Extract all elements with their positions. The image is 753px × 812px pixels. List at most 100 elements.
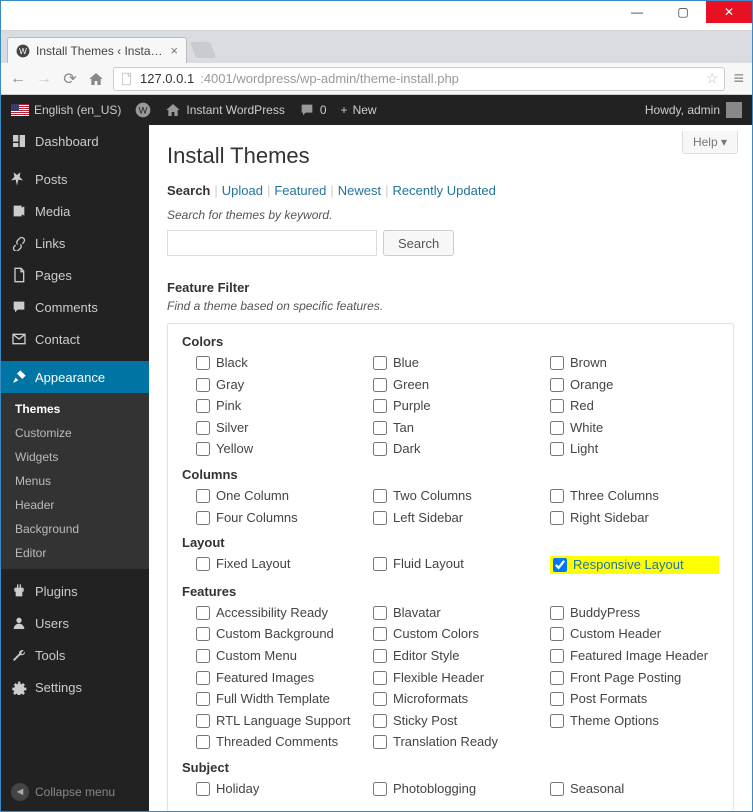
sidebar-item-comments[interactable]: Comments bbox=[1, 291, 149, 323]
filter-checkbox-three-columns[interactable] bbox=[550, 489, 564, 503]
filter-tab-newest[interactable]: Newest bbox=[338, 183, 381, 198]
search-button[interactable]: Search bbox=[383, 230, 454, 256]
filter-checkbox-translation-ready[interactable] bbox=[373, 735, 387, 749]
filter-option-featured-image-header[interactable]: Featured Image Header bbox=[550, 648, 719, 664]
sidebar-item-dashboard[interactable]: Dashboard bbox=[1, 125, 149, 157]
filter-option-white[interactable]: White bbox=[550, 420, 719, 436]
filter-checkbox-holiday[interactable] bbox=[196, 782, 210, 796]
window-minimize-button[interactable]: — bbox=[614, 1, 660, 23]
filter-checkbox-featured-images[interactable] bbox=[196, 671, 210, 685]
filter-option-four-columns[interactable]: Four Columns bbox=[196, 510, 365, 526]
filter-option-yellow[interactable]: Yellow bbox=[196, 441, 365, 457]
browser-menu-button[interactable]: ≡ bbox=[733, 68, 744, 89]
window-maximize-button[interactable]: ▢ bbox=[660, 1, 706, 23]
filter-checkbox-fixed-layout[interactable] bbox=[196, 557, 210, 571]
nav-home-button[interactable] bbox=[87, 70, 105, 88]
nav-back-button[interactable]: ← bbox=[9, 70, 27, 88]
adminbar-howdy[interactable]: Howdy, admin bbox=[645, 103, 720, 117]
sidebar-subitem-header[interactable]: Header bbox=[1, 493, 149, 517]
avatar[interactable] bbox=[726, 102, 742, 118]
filter-tab-upload[interactable]: Upload bbox=[222, 183, 263, 198]
nav-forward-button[interactable]: → bbox=[35, 70, 53, 88]
filter-checkbox-sticky-post[interactable] bbox=[373, 714, 387, 728]
filter-tab-recently updated[interactable]: Recently Updated bbox=[393, 183, 496, 198]
filter-checkbox-photoblogging[interactable] bbox=[373, 782, 387, 796]
bookmark-star-icon[interactable]: ☆ bbox=[706, 70, 719, 87]
filter-checkbox-gray[interactable] bbox=[196, 378, 210, 392]
sidebar-subitem-editor[interactable]: Editor bbox=[1, 541, 149, 565]
filter-checkbox-custom-header[interactable] bbox=[550, 627, 564, 641]
sidebar-item-users[interactable]: Users bbox=[1, 607, 149, 639]
filter-checkbox-brown[interactable] bbox=[550, 356, 564, 370]
filter-checkbox-front-page-posting[interactable] bbox=[550, 671, 564, 685]
filter-option-accessibility-ready[interactable]: Accessibility Ready bbox=[196, 605, 365, 621]
filter-checkbox-responsive-layout[interactable] bbox=[553, 558, 567, 572]
filter-checkbox-blue[interactable] bbox=[373, 356, 387, 370]
sidebar-item-appearance[interactable]: Appearance bbox=[1, 361, 149, 393]
filter-checkbox-threaded-comments[interactable] bbox=[196, 735, 210, 749]
filter-option-photoblogging[interactable]: Photoblogging bbox=[373, 781, 542, 797]
adminbar-site-name[interactable]: Instant WordPress bbox=[165, 102, 284, 118]
filter-option-full-width-template[interactable]: Full Width Template bbox=[196, 691, 365, 707]
filter-checkbox-fluid-layout[interactable] bbox=[373, 557, 387, 571]
filter-checkbox-custom-background[interactable] bbox=[196, 627, 210, 641]
filter-option-green[interactable]: Green bbox=[373, 377, 542, 393]
sidebar-subitem-customize[interactable]: Customize bbox=[1, 421, 149, 445]
filter-option-three-columns[interactable]: Three Columns bbox=[550, 488, 719, 504]
filter-tab-search[interactable]: Search bbox=[167, 183, 210, 198]
filter-option-one-column[interactable]: One Column bbox=[196, 488, 365, 504]
filter-option-light[interactable]: Light bbox=[550, 441, 719, 457]
sidebar-item-tools[interactable]: Tools bbox=[1, 639, 149, 671]
filter-option-custom-menu[interactable]: Custom Menu bbox=[196, 648, 365, 664]
adminbar-wp-logo[interactable]: W bbox=[135, 102, 151, 118]
tab-close-icon[interactable]: × bbox=[170, 43, 178, 58]
filter-checkbox-one-column[interactable] bbox=[196, 489, 210, 503]
filter-option-custom-colors[interactable]: Custom Colors bbox=[373, 626, 542, 642]
filter-checkbox-custom-colors[interactable] bbox=[373, 627, 387, 641]
filter-checkbox-editor-style[interactable] bbox=[373, 649, 387, 663]
filter-checkbox-full-width-template[interactable] bbox=[196, 692, 210, 706]
filter-tab-featured[interactable]: Featured bbox=[274, 183, 326, 198]
filter-option-sticky-post[interactable]: Sticky Post bbox=[373, 713, 542, 729]
filter-checkbox-left-sidebar[interactable] bbox=[373, 511, 387, 525]
filter-checkbox-seasonal[interactable] bbox=[550, 782, 564, 796]
filter-option-gray[interactable]: Gray bbox=[196, 377, 365, 393]
filter-checkbox-microformats[interactable] bbox=[373, 692, 387, 706]
filter-option-translation-ready[interactable]: Translation Ready bbox=[373, 734, 542, 750]
filter-checkbox-white[interactable] bbox=[550, 421, 564, 435]
help-tab[interactable]: Help ▾ bbox=[682, 131, 738, 154]
filter-option-threaded-comments[interactable]: Threaded Comments bbox=[196, 734, 365, 750]
sidebar-item-links[interactable]: Links bbox=[1, 227, 149, 259]
filter-checkbox-light[interactable] bbox=[550, 442, 564, 456]
filter-option-two-columns[interactable]: Two Columns bbox=[373, 488, 542, 504]
filter-option-black[interactable]: Black bbox=[196, 355, 365, 371]
filter-option-custom-background[interactable]: Custom Background bbox=[196, 626, 365, 642]
filter-checkbox-post-formats[interactable] bbox=[550, 692, 564, 706]
filter-checkbox-featured-image-header[interactable] bbox=[550, 649, 564, 663]
filter-option-orange[interactable]: Orange bbox=[550, 377, 719, 393]
filter-option-flexible-header[interactable]: Flexible Header bbox=[373, 670, 542, 686]
filter-option-theme-options[interactable]: Theme Options bbox=[550, 713, 719, 729]
filter-option-blue[interactable]: Blue bbox=[373, 355, 542, 371]
sidebar-subitem-menus[interactable]: Menus bbox=[1, 469, 149, 493]
filter-option-microformats[interactable]: Microformats bbox=[373, 691, 542, 707]
browser-tab[interactable]: W Install Themes ‹ Instant W × bbox=[7, 37, 187, 63]
filter-checkbox-silver[interactable] bbox=[196, 421, 210, 435]
filter-checkbox-theme-options[interactable] bbox=[550, 714, 564, 728]
filter-checkbox-green[interactable] bbox=[373, 378, 387, 392]
filter-checkbox-black[interactable] bbox=[196, 356, 210, 370]
filter-checkbox-four-columns[interactable] bbox=[196, 511, 210, 525]
filter-checkbox-rtl-language-support[interactable] bbox=[196, 714, 210, 728]
sidebar-item-posts[interactable]: Posts bbox=[1, 163, 149, 195]
filter-option-blavatar[interactable]: Blavatar bbox=[373, 605, 542, 621]
new-tab-button[interactable] bbox=[190, 42, 216, 58]
filter-option-fixed-layout[interactable]: Fixed Layout bbox=[196, 556, 365, 574]
filter-option-brown[interactable]: Brown bbox=[550, 355, 719, 371]
filter-option-pink[interactable]: Pink bbox=[196, 398, 365, 414]
filter-option-buddypress[interactable]: BuddyPress bbox=[550, 605, 719, 621]
nav-reload-button[interactable]: ⟳ bbox=[61, 70, 79, 88]
sidebar-subitem-widgets[interactable]: Widgets bbox=[1, 445, 149, 469]
filter-option-holiday[interactable]: Holiday bbox=[196, 781, 365, 797]
filter-checkbox-buddypress[interactable] bbox=[550, 606, 564, 620]
url-input[interactable]: 127.0.0.1:4001/wordpress/wp-admin/theme-… bbox=[113, 67, 725, 91]
